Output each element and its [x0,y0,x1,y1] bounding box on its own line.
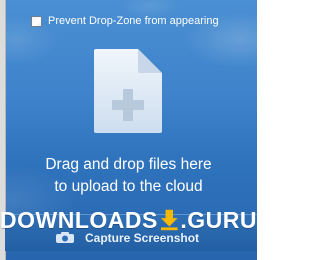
file-add-icon [94,49,162,133]
drop-instructions-line2: to upload to the cloud [54,178,203,195]
capture-screenshot-button[interactable]: Capture Screenshot [55,230,199,246]
drop-instructions-line1: Drag and drop files here [45,156,212,173]
prevent-drop-zone-option[interactable]: Prevent Drop-Zone from appearing [31,14,219,28]
capture-screenshot-label: Capture Screenshot [85,231,200,245]
prevent-drop-zone-label: Prevent Drop-Zone from appearing [48,15,219,27]
drop-instructions: Drag and drop files here to upload to th… [0,154,257,198]
capture-bar: Capture Screenshot [5,214,257,251]
prevent-drop-zone-checkbox[interactable] [31,15,42,27]
drop-zone-window[interactable]: Prevent Drop-Zone from appearing Drag an… [0,0,257,260]
camera-icon [56,232,74,243]
